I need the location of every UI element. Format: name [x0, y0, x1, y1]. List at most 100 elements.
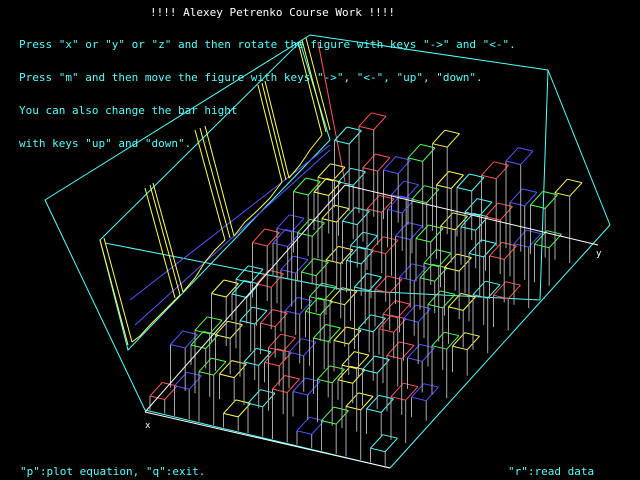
bar-top-edge [305, 310, 321, 316]
bar-top-edge [260, 322, 276, 328]
bar-top-edge [354, 351, 370, 356]
bar-top-edge [399, 341, 415, 346]
footer-plot-exit-hint: "p":plot equation, "q":exit. [20, 465, 206, 478]
plot-spike [152, 182, 184, 293]
bar-top-edge [382, 300, 396, 315]
bar-top-edge [272, 242, 288, 247]
bar-top-edge [252, 242, 268, 247]
instruction-line: Press "x" or "y" or "z" and then rotate … [19, 38, 516, 51]
bar-top-edge [444, 267, 460, 272]
bar-top-edge [211, 357, 227, 363]
bar-top-edge [272, 388, 288, 393]
bar-top-edge [477, 198, 493, 203]
footer-read-data-hint: "r":read data [508, 465, 595, 478]
bar-top-edge [366, 408, 382, 413]
bar-top-edge [358, 392, 374, 397]
bar-top-edge [403, 382, 419, 388]
bar-top-edge [464, 198, 478, 213]
bar-top-edge [334, 204, 350, 210]
bar-top-edge [489, 255, 505, 260]
bar-top-edge [427, 303, 443, 309]
bar-top-edge [370, 249, 386, 255]
bar-top-edge [247, 402, 263, 408]
graphics-screen[interactable]: x y !!!! Alexey Petrenko Course Work !!!… [0, 0, 640, 480]
bar-top-edge [231, 293, 247, 298]
bar-top-edge [411, 396, 427, 402]
bar-top-edge [362, 369, 378, 374]
bar-top-edge [423, 383, 439, 388]
bar-top-edge [387, 208, 403, 214]
bar-top-edge [170, 344, 186, 349]
bar-top-edge [485, 280, 501, 286]
bar-top-edge [293, 255, 309, 261]
bar-top-edge [174, 385, 190, 390]
bar-top-edge [415, 238, 431, 243]
bar-top-edge [444, 331, 460, 337]
bar-top-edge [346, 259, 362, 265]
bar-top-edge [440, 290, 456, 295]
bar-top-edge [395, 300, 411, 305]
bar-top-edge [293, 177, 307, 192]
bar-top-edge [436, 184, 452, 189]
bar-top-edge [325, 324, 341, 329]
bar-top-edge [194, 316, 208, 331]
plot-curve [131, 294, 181, 343]
bar-top-edge [219, 373, 235, 379]
x-axis-label: x [145, 421, 151, 431]
bar-top-edge [436, 249, 452, 254]
bar-top-edge [333, 340, 349, 345]
bar-top-edge [211, 293, 227, 298]
plot-curve [233, 181, 283, 237]
bar-top-edge [345, 405, 361, 411]
bar-top-edge [456, 187, 472, 192]
plot-curve [182, 239, 226, 293]
bar-top-edge [311, 420, 325, 435]
bar-top-edge [569, 182, 583, 197]
plot-spike [99, 239, 129, 346]
instruction-line: Press "m" and then move the figure with … [19, 71, 483, 84]
bar-top-edge [342, 220, 358, 226]
bar-top-edge [391, 180, 405, 196]
bar-top-edge [237, 403, 251, 418]
bar-top-edge [544, 194, 558, 209]
y-axis-label: y [596, 249, 602, 259]
bar-top-edge [481, 239, 497, 244]
bar-top-edge [235, 265, 249, 280]
bar-top-edge [223, 412, 239, 418]
bar-top-edge [215, 334, 231, 339]
bar-top-edge [321, 218, 337, 223]
bar-top-edge [460, 226, 476, 231]
bar-top-edge [341, 351, 355, 366]
bar-top-edge [252, 306, 268, 312]
bar-top-edge [354, 286, 370, 291]
bar-top-edge [248, 265, 264, 270]
box-edge [44, 199, 146, 411]
bar-top-edge [301, 271, 317, 277]
z-axis [144, 411, 391, 469]
bar-top-edge [407, 357, 423, 362]
bar-top-edge [293, 191, 309, 196]
bar-top-edge [452, 345, 468, 351]
bar-top-edge [366, 273, 382, 278]
bar-top-edge [370, 447, 386, 453]
bar-top-edge [464, 332, 480, 337]
instruction-line: with keys "up" and "down". [19, 137, 192, 150]
bar-top-edge [309, 282, 323, 298]
bar-top-edge [471, 177, 485, 192]
box-edge [104, 242, 346, 291]
plot-spike [103, 237, 133, 343]
bar-top-edge [321, 420, 337, 425]
bar-top-edge [280, 269, 296, 274]
bar-top-edge [252, 228, 266, 243]
bar-top-edge [505, 281, 521, 286]
bar-top-edge [509, 201, 525, 207]
bar-top-edge [207, 316, 223, 321]
bar-top-edge [329, 300, 345, 306]
box-edge [539, 69, 549, 301]
bar-top-edge [284, 375, 300, 380]
bar-top-edge [288, 351, 304, 357]
bar-top-edge [567, 178, 583, 184]
plot-spike [149, 184, 181, 296]
bar-top-edge [313, 337, 329, 342]
bar-top-edge [423, 249, 437, 264]
